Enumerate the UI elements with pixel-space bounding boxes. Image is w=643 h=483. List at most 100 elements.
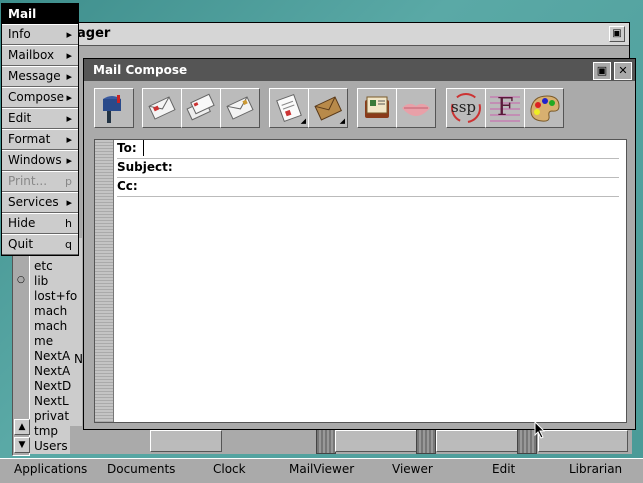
- menu-item-label: Message: [8, 69, 61, 83]
- menu-item-label: Print...: [8, 174, 48, 188]
- file-item[interactable]: NextA: [34, 364, 77, 379]
- menu-shortcut: p: [65, 175, 72, 188]
- submenu-arrow-icon: ▸: [66, 196, 72, 209]
- cc-field: Cc:: [117, 178, 619, 197]
- dock-item-librarian[interactable]: Librarian: [569, 462, 622, 476]
- close-button[interactable]: ▣: [609, 26, 625, 42]
- dropdown-corner-icon: ◢: [300, 117, 306, 125]
- menu-item-label: Format: [8, 132, 51, 146]
- shelf-box: [335, 430, 417, 452]
- subject-input[interactable]: [173, 159, 613, 175]
- radio-icon[interactable]: ○: [17, 275, 25, 285]
- compose-toolbar: ◢ ◢ ssp F: [84, 81, 635, 136]
- menu-item-label: Services: [8, 195, 59, 209]
- menu-item-hide[interactable]: Hide h: [2, 213, 78, 234]
- compose-title: Mail Compose: [93, 63, 188, 77]
- file-list: DISK etc lib lost+fo mach mach me NextA …: [34, 244, 77, 454]
- file-item[interactable]: me: [34, 334, 77, 349]
- file-item[interactable]: etc: [34, 259, 77, 274]
- colors-icon[interactable]: [524, 88, 564, 128]
- shelf-strip: [70, 426, 632, 454]
- to-input[interactable]: [143, 140, 604, 156]
- file-item[interactable]: mach: [34, 319, 77, 334]
- menu-item-message[interactable]: Message ▸: [2, 66, 78, 87]
- dock-item-viewer[interactable]: Viewer: [392, 462, 433, 476]
- menu-item-label: Hide: [8, 216, 36, 230]
- submenu-arrow-icon: ▸: [66, 112, 72, 125]
- to-label: To:: [117, 141, 137, 155]
- cc-input[interactable]: [141, 178, 611, 194]
- file-list-panel: ○ ▲ ▼ DISK etc lib lost+fo mach mach me …: [12, 238, 82, 456]
- menu-item-print[interactable]: Print... p: [2, 171, 78, 192]
- scroll-up-icon[interactable]: ▲: [14, 419, 30, 435]
- menu-item-windows[interactable]: Windows ▸: [2, 150, 78, 171]
- menu-item-label: Windows: [8, 153, 62, 167]
- submenu-arrow-icon: ▸: [66, 133, 72, 146]
- close-icon[interactable]: ✕: [614, 62, 632, 80]
- menu-item-compose[interactable]: Compose ▸: [2, 87, 78, 108]
- menu-item-label: Edit: [8, 111, 32, 125]
- dropdown-corner-icon: ◢: [339, 117, 345, 125]
- menu-item-quit[interactable]: Quit q: [2, 234, 78, 255]
- deliver-icon[interactable]: [142, 88, 182, 128]
- file-item[interactable]: NextL: [34, 394, 77, 409]
- menu-title[interactable]: Mail: [2, 4, 78, 24]
- file-item[interactable]: NextD: [34, 379, 77, 394]
- dock-item-clock[interactable]: Clock: [213, 462, 246, 476]
- partial-label: N: [74, 352, 83, 366]
- shelf-box: [538, 430, 628, 452]
- font-letter: F: [497, 93, 514, 121]
- menu-item-services[interactable]: Services ▸: [2, 192, 78, 213]
- minimize-icon[interactable]: ▣: [593, 62, 611, 80]
- background-window-titlebar[interactable]: ager ▣: [71, 23, 629, 46]
- dock-bar: Applications Documents Clock MailViewer …: [0, 458, 643, 483]
- forward-icon[interactable]: [220, 88, 260, 128]
- address-book-icon[interactable]: [357, 88, 397, 128]
- message-body[interactable]: [117, 200, 622, 418]
- submenu-arrow-icon: ▸: [66, 49, 72, 62]
- ssp-label: ssp: [451, 98, 476, 116]
- dock-item-applications[interactable]: Applications: [14, 462, 87, 476]
- file-item[interactable]: NextA: [34, 349, 77, 364]
- cc-label: Cc:: [117, 179, 138, 193]
- attach-icon[interactable]: ◢: [269, 88, 309, 128]
- submenu-arrow-icon: ▸: [66, 70, 72, 83]
- menu-item-mailbox[interactable]: Mailbox ▸: [2, 45, 78, 66]
- ssp-icon[interactable]: ssp: [446, 88, 486, 128]
- editor-scrollbar[interactable]: [95, 140, 114, 422]
- subject-field: Subject:: [117, 159, 619, 178]
- file-item[interactable]: lost+fo: [34, 289, 77, 304]
- reply-icon[interactable]: [181, 88, 221, 128]
- shelf-tile: [316, 428, 336, 454]
- submenu-arrow-icon: ▸: [66, 154, 72, 167]
- envelope-icon[interactable]: ◢: [308, 88, 348, 128]
- font-icon[interactable]: F: [485, 88, 525, 128]
- menu-shortcut: h: [65, 217, 72, 230]
- file-list-scrollbar[interactable]: ○ ▲ ▼: [12, 238, 30, 456]
- lips-icon[interactable]: [396, 88, 436, 128]
- menu-shortcut: q: [65, 238, 72, 251]
- scroll-down-icon[interactable]: ▼: [14, 437, 30, 453]
- menu-item-label: Info: [8, 27, 31, 41]
- menu-item-label: Compose: [8, 90, 65, 104]
- dock-item-mailviewer[interactable]: MailViewer: [289, 462, 354, 476]
- compose-titlebar[interactable]: Mail Compose ▣ ✕: [84, 59, 635, 81]
- menu-item-info[interactable]: Info ▸: [2, 24, 78, 45]
- dock-item-documents[interactable]: Documents: [107, 462, 175, 476]
- dock-item-edit[interactable]: Edit: [492, 462, 515, 476]
- menu-item-edit[interactable]: Edit ▸: [2, 108, 78, 129]
- background-window-title: ager: [77, 26, 111, 41]
- main-menu: Mail Info ▸ Mailbox ▸ Message ▸ Compose ▸ Ed…: [1, 3, 79, 256]
- compose-window: Mail Compose ▣ ✕ ◢ ◢ ssp F To: Subject: …: [83, 58, 636, 430]
- mailbox-icon[interactable]: [94, 88, 134, 128]
- mouse-pointer-icon: [534, 421, 546, 439]
- file-item[interactable]: lib: [34, 274, 77, 289]
- file-item[interactable]: mach: [34, 304, 77, 319]
- menu-item-label: Mailbox: [8, 48, 55, 62]
- file-item[interactable]: privat: [34, 409, 77, 424]
- submenu-arrow-icon: ▸: [66, 28, 72, 41]
- shelf-tile: [416, 428, 436, 454]
- shelf-box: [150, 430, 222, 452]
- menu-item-label: Quit: [8, 237, 34, 251]
- menu-item-format[interactable]: Format ▸: [2, 129, 78, 150]
